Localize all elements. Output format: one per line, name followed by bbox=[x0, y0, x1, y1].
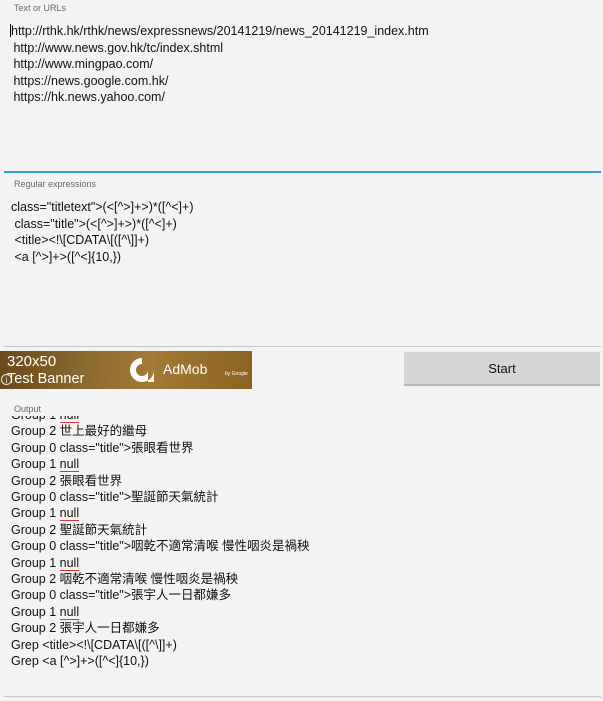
regex-line: <title><!\[CDATA\[([^\]]+) bbox=[11, 233, 150, 247]
output-line-text: 聖誕節天氣統計 bbox=[59, 522, 148, 537]
output-line-text: class="title">聖誕節天氣統計 bbox=[59, 490, 219, 505]
output-line-prefix: Grep bbox=[11, 637, 43, 652]
output-line-prefix: Group 0 bbox=[11, 539, 60, 554]
output-null-value: null bbox=[59, 604, 80, 620]
output-line: Grep <title><!\[CDATA\[([^\]]+) bbox=[11, 637, 310, 653]
regex-input[interactable]: class="titletext">(<[^>]+>)*([^<]+) clas… bbox=[4, 199, 601, 347]
output-line-prefix: Group 2 bbox=[11, 621, 60, 636]
output-line-text: 咽乾不適常清喉 慢性咽炎是禍秧 bbox=[59, 572, 239, 587]
output-line-text: <title><!\[CDATA\[([^\]]+) bbox=[42, 637, 177, 652]
output-line-text: <a [^>]+>([^<]{10,}) bbox=[42, 654, 149, 669]
output-line: Group 1 null bbox=[11, 604, 310, 620]
bottom-divider bbox=[4, 696, 601, 697]
output-line: Group 2 張眼看世界 bbox=[11, 473, 310, 489]
output-line: Grep <a [^>]+>([^<]{10,}) bbox=[11, 653, 310, 669]
output-line-text: class="title">張眼看世界 bbox=[59, 440, 194, 455]
output-line: Group 1 null bbox=[11, 505, 310, 522]
banner-size-text: 320x50 bbox=[7, 353, 57, 370]
url-line: http://www.news.gov.hk/tc/index.shtml bbox=[10, 40, 224, 55]
output-line-prefix: Group 0 bbox=[11, 490, 60, 505]
output-line: Group 2 咽乾不適常清喉 慢性咽炎是禍秧 bbox=[11, 571, 310, 587]
admob-brand: AdMob bbox=[163, 361, 208, 377]
output-line-prefix: Group 0 bbox=[11, 440, 60, 455]
regex-line: class="titletext">(<[^>]+>)*([^<]+) bbox=[11, 200, 194, 214]
output-line-prefix: Group 1 bbox=[11, 506, 60, 521]
output-null-value: null bbox=[59, 555, 80, 571]
output-null-value: null bbox=[59, 506, 80, 522]
output-line: Group 2 張宇人一日都嫌多 bbox=[11, 620, 310, 636]
regex-label: Regular expressions bbox=[14, 179, 97, 189]
output-line-text: 世上最好的繼母 bbox=[59, 424, 148, 439]
admob-logo-icon bbox=[130, 358, 154, 382]
output-line-prefix: Grep bbox=[11, 654, 43, 669]
regex-line: <a [^>]+>([^<]{10,}) bbox=[11, 249, 122, 264]
output-line: Group 0 class="title">聖誕節天氣統計 bbox=[11, 489, 310, 505]
output-line-text: class="title">張宇人一日都嫌多 bbox=[59, 588, 232, 603]
output-line: Group 0 class="title">咽乾不適常清喉 慢性咽炎是禍秧 bbox=[11, 538, 310, 554]
url-line: http://rthk.hk/rthk/news/expressnews/201… bbox=[10, 23, 601, 40]
output-label: Output bbox=[14, 404, 42, 414]
output-null-value: null bbox=[59, 457, 80, 473]
output-line-prefix: Group 2 bbox=[11, 572, 60, 587]
output-line-text: 張宇人一日都嫌多 bbox=[59, 621, 160, 636]
url-line: http://www.mingpao.com/ bbox=[10, 57, 154, 71]
output-line: Group 1 null bbox=[11, 416, 310, 423]
output-line: Group 1 null bbox=[11, 555, 310, 571]
output-line: Group 0 class="title">張眼看世界 bbox=[11, 440, 310, 456]
url-line: https://hk.news.yahoo.com/ bbox=[10, 90, 165, 104]
url-line: https://news.google.com.hk/ bbox=[10, 73, 169, 88]
output-null-value: null bbox=[59, 416, 80, 423]
output-line-prefix: Group 1 bbox=[11, 555, 60, 570]
output-line-text: class="title">咽乾不適常清喉 慢性咽炎是禍秧 bbox=[59, 539, 310, 554]
test-ad-banner[interactable]: 320x50 i Test Banner AdMob by Google bbox=[0, 351, 252, 389]
output-line-prefix: Group 2 bbox=[11, 473, 60, 488]
output-line: Group 0 class="title">張宇人一日都嫌多 bbox=[11, 587, 310, 603]
output-line: Group 2 世上最好的繼母 bbox=[11, 423, 310, 439]
output-line-prefix: Group 1 bbox=[11, 604, 60, 619]
output-line-prefix: Group 2 bbox=[11, 522, 60, 537]
output-line-prefix: Group 1 bbox=[11, 416, 60, 422]
admob-by-google: by Google bbox=[225, 371, 248, 377]
banner-label: Test Banner bbox=[7, 371, 85, 387]
urls-label: Text or URLs bbox=[14, 3, 67, 13]
output-line-text: 張眼看世界 bbox=[59, 473, 123, 488]
output-list: Group 1 nullGroup 2 世上最好的繼母Group 0 class… bbox=[11, 416, 310, 670]
output-line-prefix: Group 0 bbox=[11, 588, 60, 603]
regex-line: class="title">(<[^>]+>)*([^<]+) bbox=[11, 216, 177, 231]
output-area[interactable]: Group 1 nullGroup 2 世上最好的繼母Group 0 class… bbox=[11, 416, 596, 680]
start-button[interactable]: Start bbox=[404, 352, 600, 386]
output-line-prefix: Group 2 bbox=[11, 424, 60, 439]
urls-input[interactable]: http://rthk.hk/rthk/news/expressnews/201… bbox=[4, 23, 601, 173]
output-line: Group 1 null bbox=[11, 456, 310, 473]
output-line: Group 2 聖誕節天氣統計 bbox=[11, 522, 310, 538]
output-line-prefix: Group 1 bbox=[11, 457, 60, 472]
